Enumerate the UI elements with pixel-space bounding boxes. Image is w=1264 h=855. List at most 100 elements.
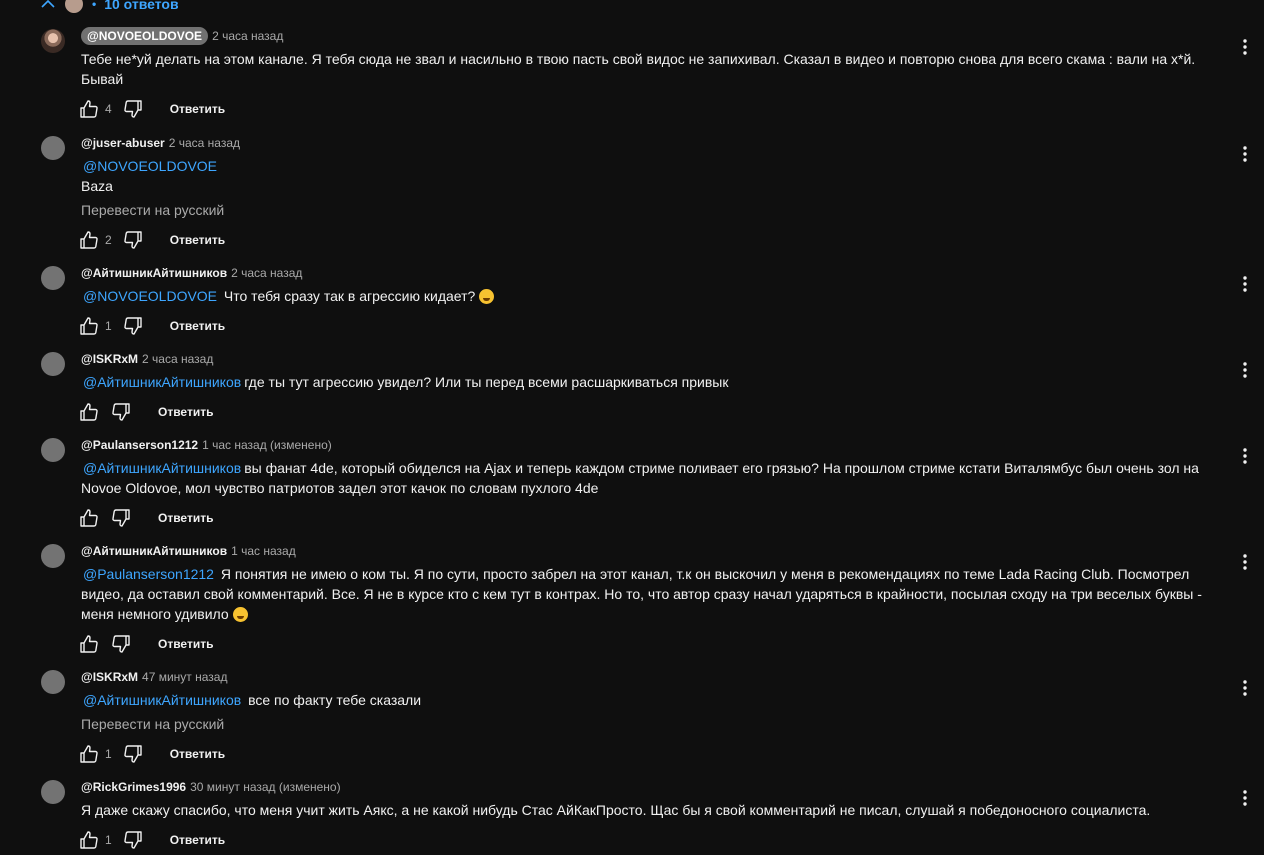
comment-text: @АйтишникАйтишников вы фанат 4de, который… (81, 458, 1231, 498)
comment-text-content: Тебе не*уй делать на этом канале. Я тебя… (81, 51, 1196, 87)
more-options-icon[interactable] (1236, 676, 1254, 700)
avatar[interactable] (41, 352, 65, 376)
mention-link[interactable]: @NOVOEOLDOVOE (81, 288, 220, 304)
dislike-icon[interactable] (110, 401, 132, 423)
like-count: 2 (105, 233, 112, 247)
comment-actions: Ответить (78, 400, 213, 424)
mention-link[interactable]: @АйтишникАйтишников (81, 460, 244, 476)
comment-actions: 1 Ответить (78, 742, 225, 766)
comment-text-content: Я даже скажу спасибо, что меня учит жить… (81, 802, 1151, 818)
comment-author[interactable]: @ISKRxM (81, 668, 138, 686)
comment-actions: Ответить (78, 506, 213, 530)
mention-link[interactable]: @NOVOEOLDOVOE (81, 158, 220, 174)
comment-time[interactable]: 47 минут назад (142, 668, 227, 686)
dislike-icon[interactable] (122, 743, 144, 765)
comment-text-content: вы фанат 4de, который обиделся на Ajax и… (81, 460, 1199, 496)
reply-button[interactable]: Ответить (170, 833, 225, 847)
avatar[interactable] (41, 544, 65, 568)
comment-time[interactable]: 2 часа назад (212, 27, 283, 45)
comment-author[interactable]: @АйтишникАйтишников (81, 542, 227, 560)
reply-button[interactable]: Ответить (170, 319, 225, 333)
more-options-icon[interactable] (1236, 444, 1254, 468)
laughing-emoji-icon (479, 289, 495, 304)
dislike-icon[interactable] (122, 98, 144, 120)
translate-button[interactable]: Перевести на русский (81, 714, 1231, 734)
like-icon[interactable] (78, 743, 100, 765)
reply-button[interactable]: Ответить (158, 405, 213, 419)
like-icon[interactable] (78, 98, 100, 120)
like-count: 1 (105, 833, 112, 847)
more-options-icon[interactable] (1236, 550, 1254, 574)
comment-time[interactable]: 1 час назад (231, 542, 296, 560)
avatar[interactable] (41, 670, 65, 694)
like-count: 1 (105, 747, 112, 761)
chevron-up-icon (40, 0, 56, 12)
comment-author[interactable]: @juser-abuser (81, 134, 165, 152)
comment-author[interactable]: @Paulanserson1212 (81, 436, 198, 454)
more-options-icon[interactable] (1236, 358, 1254, 382)
reply-button[interactable]: Ответить (158, 637, 213, 651)
replies-count-label: 10 ответов (104, 0, 179, 12)
avatar[interactable] (41, 136, 65, 160)
comment-author[interactable]: @NOVOEOLDOVOE (81, 27, 209, 45)
comment-actions: 1 Ответить (78, 314, 225, 338)
comment-text-content: где ты тут агрессию увидел? Или ты перед… (244, 374, 729, 390)
dislike-icon[interactable] (110, 507, 132, 529)
like-icon[interactable] (78, 507, 100, 529)
like-icon[interactable] (78, 401, 100, 423)
like-count: 4 (105, 102, 112, 116)
comment-text: @АйтишникАйтишников все по факту тебе ск… (81, 690, 1231, 710)
comment-time[interactable]: 2 часа назад (142, 350, 213, 368)
dislike-icon[interactable] (122, 229, 144, 251)
comment-actions: 2 Ответить (78, 228, 225, 252)
comment-time[interactable]: 1 час назад (изменено) (202, 436, 332, 454)
comment-time[interactable]: 2 часа назад (231, 264, 302, 282)
reply-button[interactable]: Ответить (170, 233, 225, 247)
comment-text: Я даже скажу спасибо, что меня учит жить… (81, 800, 1231, 820)
avatar[interactable] (41, 438, 65, 462)
like-icon[interactable] (78, 315, 100, 337)
comment-text: @NOVOEOLDOVOE Baza (81, 156, 1231, 196)
comment-text: @Paulanserson1212 Я понятия не имею о ко… (81, 564, 1231, 624)
comment-time[interactable]: 2 часа назад (169, 134, 240, 152)
comment-time[interactable]: 30 минут назад (изменено) (190, 778, 341, 796)
avatar[interactable] (41, 780, 65, 804)
reply-button[interactable]: Ответить (170, 102, 225, 116)
more-options-icon[interactable] (1236, 142, 1254, 166)
translate-button[interactable]: Перевести на русский (81, 200, 1231, 220)
comment-actions: 1 Ответить (78, 828, 225, 852)
creator-avatar (64, 0, 84, 14)
reply-button[interactable]: Ответить (158, 511, 213, 525)
mention-link[interactable]: @Paulanserson1212 (81, 566, 217, 582)
comment-actions: Ответить (78, 632, 213, 656)
replies-toggle[interactable]: • 10 ответов (40, 0, 179, 14)
reply-button[interactable]: Ответить (170, 747, 225, 761)
mention-link[interactable]: @АйтишникАйтишников (81, 374, 244, 390)
avatar[interactable] (41, 29, 65, 53)
separator: • (92, 0, 97, 11)
dislike-icon[interactable] (122, 315, 144, 337)
comment-author[interactable]: @RickGrimes1996 (81, 778, 186, 796)
like-icon[interactable] (78, 633, 100, 655)
more-options-icon[interactable] (1236, 786, 1254, 810)
more-options-icon[interactable] (1236, 35, 1254, 59)
dislike-icon[interactable] (110, 633, 132, 655)
like-count: 1 (105, 319, 112, 333)
smiling-emoji-icon (232, 607, 248, 622)
dislike-icon[interactable] (122, 829, 144, 851)
avatar[interactable] (41, 266, 65, 290)
comment-text-content: Baza (81, 178, 113, 194)
comment-actions: 4 Ответить (78, 97, 225, 121)
comment-text-content: Я понятия не имею о ком ты. Я по сути, п… (81, 566, 1202, 622)
comment-text-content: Что тебя сразу так в агрессию кидает? (223, 288, 476, 304)
comment-author[interactable]: @ISKRxM (81, 350, 138, 368)
comment-text: Тебе не*уй делать на этом канале. Я тебя… (81, 49, 1231, 89)
like-icon[interactable] (78, 829, 100, 851)
comment-author[interactable]: @АйтишникАйтишников (81, 264, 227, 282)
comment-text: @NOVOEOLDOVOE Что тебя сразу так в агрес… (81, 286, 1231, 306)
more-options-icon[interactable] (1236, 272, 1254, 296)
like-icon[interactable] (78, 229, 100, 251)
comment-text: @АйтишникАйтишников где ты тут агрессию у… (81, 372, 1231, 392)
comment-text-content: все по факту тебе сказали (248, 692, 422, 708)
mention-link[interactable]: @АйтишникАйтишников (81, 692, 244, 708)
